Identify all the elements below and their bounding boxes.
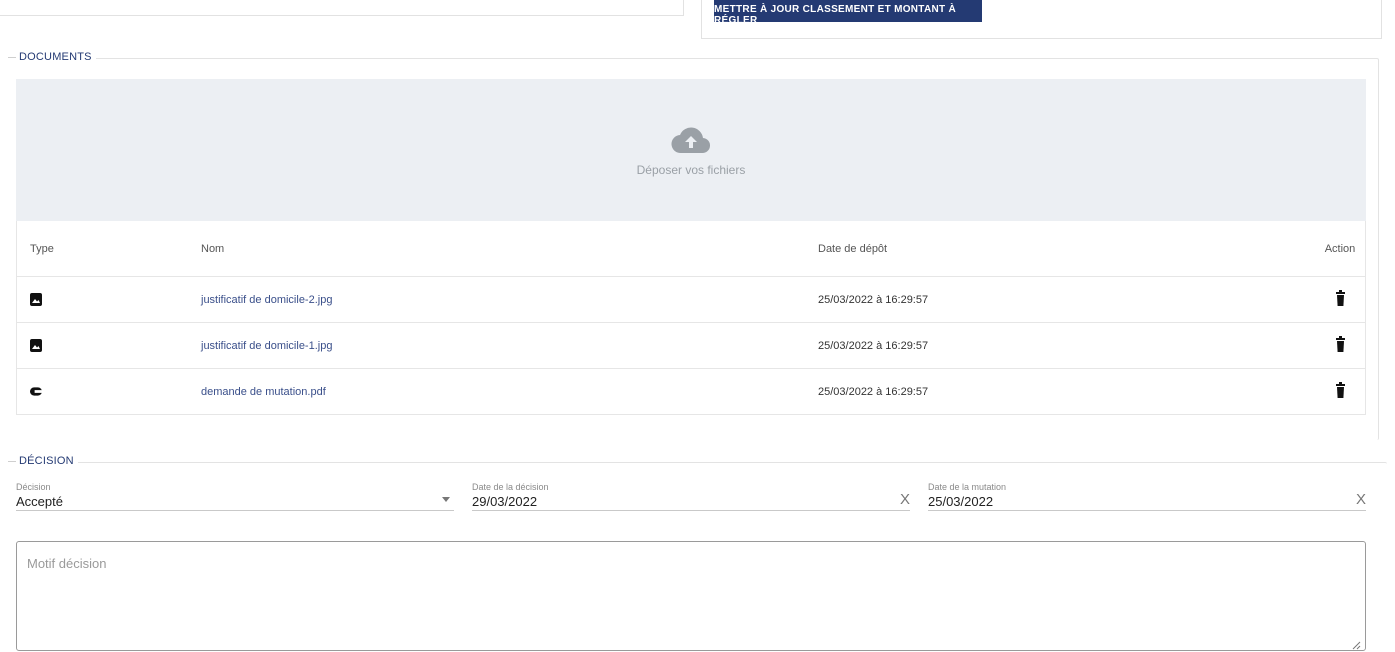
- table-row: demande de mutation.pdf 25/03/2022 à 16:…: [17, 369, 1365, 414]
- pdf-file-icon: [30, 387, 42, 396]
- column-header-type: Type: [30, 242, 54, 255]
- document-date: 25/03/2022 à 16:29:57: [818, 339, 929, 352]
- clear-mutation-date-icon[interactable]: X: [1356, 491, 1366, 508]
- documents-legend-text: DOCUMENTS: [19, 51, 92, 63]
- image-file-icon: [30, 293, 42, 306]
- document-date: 25/03/2022 à 16:29:57: [818, 385, 929, 398]
- table-header: Type Nom Date de dépôt Action: [17, 221, 1365, 277]
- column-header-name: Nom: [201, 242, 225, 255]
- decision-select-label: Décision: [16, 482, 51, 492]
- mutation-date-field[interactable]: Date de la mutation 25/03/2022 X: [928, 482, 1366, 511]
- clear-decision-date-icon[interactable]: X: [900, 491, 910, 508]
- decision-date-value: 29/03/2022: [472, 494, 538, 509]
- update-classification-button[interactable]: METTRE À JOUR CLASSEMENT ET MONTANT À RÉ…: [714, 0, 982, 22]
- resize-handle-icon[interactable]: [1351, 640, 1361, 650]
- trash-icon[interactable]: [1335, 290, 1345, 306]
- cloud-upload-icon: [671, 127, 711, 154]
- decision-select-value: Accepté: [16, 494, 63, 509]
- trash-icon[interactable]: [1335, 382, 1345, 398]
- decision-legend: DÉCISION: [4, 455, 78, 467]
- mutation-date-label: Date de la mutation: [928, 482, 1007, 492]
- decision-date-field[interactable]: Date de la décision 29/03/2022 X: [472, 482, 910, 511]
- documents-table: Type Nom Date de dépôt Action justificat…: [16, 221, 1366, 415]
- motif-decision-placeholder: Motif décision: [27, 556, 107, 571]
- dropdown-arrow-icon[interactable]: [442, 497, 450, 502]
- document-name-link[interactable]: justificatif de domicile-2.jpg: [201, 294, 332, 306]
- table-row: justificatif de domicile-2.jpg 25/03/202…: [17, 277, 1365, 323]
- motif-decision-textarea[interactable]: Motif décision: [16, 541, 1366, 651]
- previous-section-card: [0, 0, 684, 16]
- decision-select[interactable]: Décision Accepté: [16, 482, 454, 511]
- table-row: justificatif de domicile-1.jpg 25/03/202…: [17, 323, 1365, 369]
- mutation-date-value: 25/03/2022: [928, 494, 994, 509]
- trash-icon[interactable]: [1335, 336, 1345, 352]
- document-name-link[interactable]: justificatif de domicile-1.jpg: [201, 340, 332, 352]
- decision-legend-text: DÉCISION: [19, 455, 74, 467]
- dropzone-text: Déposer vos fichiers: [636, 163, 746, 177]
- document-date: 25/03/2022 à 16:29:57: [818, 293, 929, 306]
- update-classification-button-label: METTRE À JOUR CLASSEMENT ET MONTANT À RÉ…: [714, 4, 957, 22]
- column-header-action: Action: [1324, 242, 1356, 255]
- image-file-icon: [30, 339, 42, 352]
- document-name-link[interactable]: demande de mutation.pdf: [201, 386, 326, 398]
- file-dropzone[interactable]: Déposer vos fichiers: [16, 79, 1366, 221]
- documents-legend: DOCUMENTS: [4, 51, 96, 63]
- column-header-date: Date de dépôt: [818, 242, 888, 255]
- decision-date-label: Date de la décision: [472, 482, 549, 492]
